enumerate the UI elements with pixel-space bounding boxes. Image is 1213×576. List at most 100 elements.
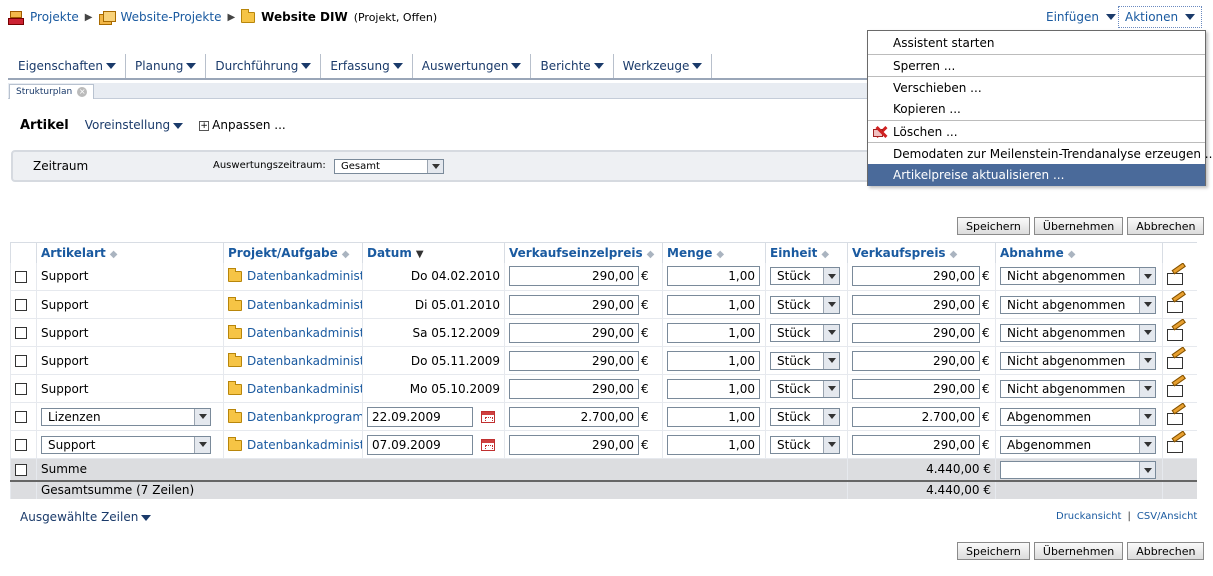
sale-price-input[interactable]: 290,00 [852,266,980,287]
close-icon[interactable]: × [77,87,88,97]
acceptance-select[interactable]: Nicht abgenommen [1000,351,1156,370]
acceptance-select[interactable]: Nicht abgenommen [1000,267,1156,286]
menu-erfassung[interactable]: Erfassung [321,54,413,78]
acceptance-select[interactable]: Abgenommen [1000,407,1156,426]
apply-button[interactable]: Übernehmen [1033,542,1124,560]
breadcrumb-website-projekte[interactable]: Website-Projekte [121,10,222,24]
row-checkbox[interactable] [15,327,27,339]
menu-item-verschieben[interactable]: Verschieben ... [868,76,1205,98]
edit-icon[interactable] [1167,410,1185,425]
menu-item-sperren[interactable]: Sperren ... [868,54,1205,76]
column-projekt[interactable]: Projekt/Aufgabe ◆ [223,242,363,263]
acceptance-select[interactable]: Nicht abgenommen [1000,295,1156,314]
acceptance-select[interactable]: Nicht abgenommen [1000,379,1156,398]
selected-rows-menu[interactable]: Ausgewählte Zeilen [20,510,152,524]
menu-eigenschaften[interactable]: Eigenschaften [8,54,127,78]
projekt-link[interactable]: Datenbankadministi [247,326,363,340]
projekt-link[interactable]: Datenbankadministi [247,438,363,452]
sale-price-input[interactable]: 290,00 [852,322,980,343]
tab-strukturplan[interactable]: Strukturplan × [9,84,95,99]
unit-select[interactable]: Stück [770,379,840,398]
edit-icon[interactable] [1167,298,1185,313]
menu-item-demodaten[interactable]: Demodaten zur Meilenstein-Trendanalyse e… [868,142,1213,164]
unit-price-input[interactable]: 290,00 [509,350,639,371]
unit-select[interactable]: Stück [770,435,840,454]
row-checkbox[interactable] [15,439,27,451]
acceptance-select[interactable]: Nicht abgenommen [1000,323,1156,342]
calendar-icon[interactable] [481,410,495,423]
column-verkaufseinzelpreis[interactable]: Verkaufseinzelpreis ◆ [504,242,663,263]
apply-button[interactable]: Übernehmen [1033,217,1124,235]
menu-item-loeschen[interactable]: Löschen ... [868,120,1205,142]
menu-item-artikelpreise[interactable]: Artikelpreise aktualisieren ... [868,164,1205,186]
calendar-icon[interactable] [481,438,495,451]
sale-price-input[interactable]: 290,00 [852,294,980,315]
column-menge[interactable]: Menge ◆ [662,242,766,263]
acceptance-select[interactable]: Abgenommen [1000,435,1156,454]
column-einheit[interactable]: Einheit ◆ [765,242,848,263]
quantity-input[interactable]: 1,00 [667,378,760,399]
unit-select[interactable]: Stück [770,407,840,426]
sale-price-input[interactable]: 2.700,00 [852,406,980,427]
cancel-button[interactable]: Abbrechen [1127,217,1205,235]
quantity-input[interactable]: 1,00 [667,350,760,371]
save-button[interactable]: Speichern [957,542,1030,560]
row-checkbox[interactable] [15,270,27,283]
customize-link[interactable]: + Anpassen ... [199,118,286,132]
date-input[interactable]: 22.09.2009 [367,406,473,427]
column-datum[interactable]: Datum ▼ [362,242,505,263]
projekt-link[interactable]: Datenbankadministi [247,298,363,312]
einfuegen-menu[interactable]: Einfügen [1040,6,1122,28]
unit-price-input[interactable]: 2.700,00 [509,406,639,427]
projekt-link[interactable]: Datenbankadministi [247,354,363,368]
menu-durchfuehrung[interactable]: Durchführung [206,54,322,78]
sale-price-input[interactable]: 290,00 [852,434,980,455]
unit-select[interactable]: Stück [770,323,840,342]
quantity-input[interactable]: 1,00 [667,406,760,427]
menu-auswertungen[interactable]: Auswertungen [413,54,532,78]
edit-icon[interactable] [1167,438,1185,453]
column-verkaufspreis[interactable]: Verkaufspreis ◆ [847,242,996,263]
unit-price-input[interactable]: 290,00 [509,266,639,287]
row-checkbox[interactable] [15,383,27,395]
artikelart-select[interactable]: Lizenzen [41,407,211,426]
row-checkbox[interactable] [15,411,27,423]
menu-item-assistent[interactable]: Assistent starten [868,32,1205,54]
aktionen-menu[interactable]: Aktionen [1118,6,1203,28]
projekt-link[interactable]: Datenbankadministi [247,382,363,396]
select-all-checkbox[interactable] [15,463,27,476]
quantity-input[interactable]: 1,00 [667,266,760,287]
print-view-link[interactable]: Druckansicht [1056,511,1121,522]
save-button[interactable]: Speichern [957,217,1030,235]
sale-price-input[interactable]: 290,00 [852,378,980,399]
preset-dropdown[interactable]: Voreinstellung [85,118,184,132]
menu-berichte[interactable]: Berichte [531,54,614,78]
menu-werkzeuge[interactable]: Werkzeuge [614,54,713,78]
menu-planung[interactable]: Planung [126,54,207,78]
projekt-link[interactable]: Datenbankadministi [247,269,363,283]
unit-select[interactable]: Stück [770,351,840,370]
edit-icon[interactable] [1167,354,1185,369]
row-checkbox[interactable] [15,299,27,311]
unit-price-input[interactable]: 290,00 [509,294,639,315]
menu-item-kopieren[interactable]: Kopieren ... [868,98,1205,120]
breadcrumb-projekte[interactable]: Projekte [30,10,79,24]
column-artikelart[interactable]: Artikelart ◆ [36,242,224,263]
csv-view-link[interactable]: CSV/Ansicht [1137,511,1197,522]
period-select[interactable]: Gesamt [334,159,444,174]
cancel-button[interactable]: Abbrechen [1127,542,1205,560]
artikelart-select[interactable]: Support [41,435,211,454]
projekt-link[interactable]: Datenbankprogram [247,410,363,424]
date-input[interactable]: 07.09.2009 [367,434,473,455]
unit-price-input[interactable]: 290,00 [509,322,639,343]
bulk-acceptance-select[interactable] [1000,461,1156,480]
quantity-input[interactable]: 1,00 [667,322,760,343]
column-abnahme[interactable]: Abnahme ◆ [995,242,1163,263]
quantity-input[interactable]: 1,00 [667,434,760,455]
edit-icon[interactable] [1167,270,1185,285]
sale-price-input[interactable]: 290,00 [852,350,980,371]
edit-icon[interactable] [1167,326,1185,341]
row-checkbox[interactable] [15,355,27,367]
unit-select[interactable]: Stück [770,295,840,314]
edit-icon[interactable] [1167,382,1185,397]
